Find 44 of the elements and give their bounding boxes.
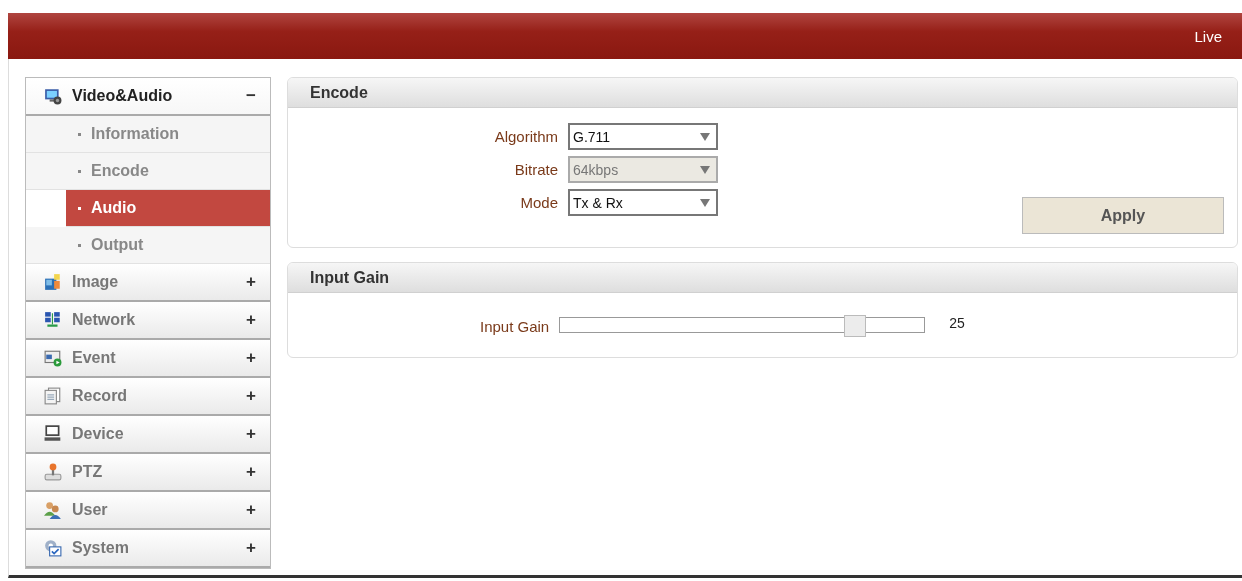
menu-group-label: Image	[72, 273, 120, 291]
expand-toggle[interactable]: +	[246, 272, 256, 292]
submenu-item[interactable]: Audio	[66, 190, 270, 227]
menu-group-label: Network	[72, 311, 137, 329]
menu-group-label: Record	[72, 387, 129, 405]
document-icon	[44, 387, 62, 405]
menu-group-label: PTZ	[72, 463, 104, 481]
apply-button[interactable]: Apply	[1022, 197, 1224, 234]
expand-toggle[interactable]: +	[246, 310, 256, 330]
menu-group-label: User	[72, 501, 109, 519]
picture-frame-icon	[44, 273, 62, 291]
menu-group-label: Event	[72, 349, 117, 367]
field-label: Mode	[520, 194, 558, 211]
slider-thumb[interactable]	[844, 315, 867, 337]
gear-checklist-icon	[44, 539, 62, 557]
menu-group-label: Video&Audio	[72, 87, 174, 105]
menu-group-label: System	[72, 539, 130, 557]
monitor-camera-icon	[44, 87, 62, 105]
field-label: Algorithm	[494, 128, 558, 145]
panel-title: Encode	[310, 83, 368, 102]
expand-toggle[interactable]: +	[246, 500, 256, 520]
users-icon	[44, 501, 62, 519]
expand-toggle[interactable]: +	[246, 538, 256, 558]
window-play-icon	[44, 349, 62, 367]
dropdown[interactable]: Tx & Rx	[568, 189, 718, 216]
expand-toggle[interactable]: +	[246, 462, 256, 482]
slider-value: 25	[949, 315, 965, 331]
caret-icon	[700, 132, 710, 141]
network-icon	[44, 311, 62, 329]
dropdown: 64kbps	[568, 156, 718, 183]
caret-icon	[700, 165, 710, 174]
collapse-toggle[interactable]: −	[246, 86, 256, 106]
dropdown[interactable]: G.711	[568, 123, 718, 150]
panel-title: Input Gain	[310, 268, 390, 287]
caret-icon	[700, 198, 710, 207]
menu-group-label: Device	[72, 425, 125, 443]
live-link[interactable]: Live	[1194, 27, 1242, 45]
expand-toggle[interactable]: +	[246, 424, 256, 444]
field-label: Input Gain	[480, 318, 550, 335]
expand-toggle[interactable]: +	[246, 348, 256, 368]
joystick-icon	[44, 463, 62, 481]
field-label: Bitrate	[514, 161, 558, 178]
expand-toggle[interactable]: +	[246, 386, 256, 406]
computer-icon	[44, 425, 62, 443]
